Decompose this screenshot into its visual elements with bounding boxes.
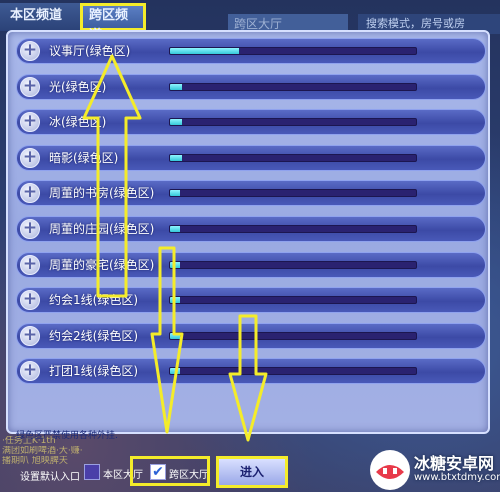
room-row[interactable]: + 周董的豪宅(绿色区) [16,251,486,278]
plus-circle-icon[interactable]: + [20,112,40,133]
room-row[interactable]: + 暗影(绿色区) [16,144,486,171]
room-name: 周董的豪宅(绿色区) [49,257,155,272]
watermark: 冰糖安卓网 www.btxtdmy.com [370,448,500,492]
room-row[interactable]: + 冰(绿色区) [16,109,486,136]
enter-button[interactable]: 进入 [216,456,288,488]
watermark-name: 冰糖安卓网 [414,454,495,473]
room-list: + 议事厅(绿色区) + 光(绿色区) + 冰(绿色区) + 暗影(绿色区) + 周董的书房(绿色… [16,38,486,394]
room-load-bar [169,224,417,233]
room-load-bar [169,82,417,91]
room-load-fill [170,332,180,339]
room-name: 周董的庄园(绿色区) [49,221,155,236]
room-row[interactable]: + 光(绿色区) [16,73,486,100]
room-load-bar [169,367,417,376]
room-row[interactable]: + 周董的庄园(绿色区) [16,215,486,242]
channel-tabs: 本区频道 跨区频道 [0,3,146,43]
room-row[interactable]: + 约会2线(绿色区) [16,322,486,349]
room-load-bar [169,260,417,269]
room-load-fill [170,83,183,90]
channel-notice: 绿色区严禁使用各种外挂. [16,431,118,441]
room-name: 约会1线(绿色区) [49,293,138,308]
plus-circle-icon[interactable]: + [20,41,40,61]
room-row[interactable]: + 打团1线(绿色区) [16,358,486,385]
room-load-fill [170,48,239,54]
room-row[interactable]: + 约会1线(绿色区) [16,287,486,314]
highlight-box-checkbox [130,456,210,486]
plus-circle-icon[interactable]: + [20,361,40,382]
room-load-fill [170,261,180,268]
room-row[interactable]: + 议事厅(绿色区) [16,38,486,64]
tab-cross-channel[interactable]: 跨区频道 [80,3,146,43]
plus-circle-icon[interactable]: + [20,325,40,346]
room-load-fill [170,368,180,375]
room-name: 周董的书房(绿色区) [49,186,155,201]
room-load-bar [169,331,417,340]
watermark-logo-icon [370,450,410,490]
plus-circle-icon[interactable]: + [20,76,40,97]
local-lobby-checkbox[interactable] [84,464,100,480]
room-row[interactable]: + 周董的书房(绿色区) [16,180,486,207]
room-name: 议事厅(绿色区) [49,44,131,58]
tab-local-channel[interactable]: 本区频道 [0,3,80,31]
room-name: 暗影(绿色区) [49,150,119,165]
plus-circle-icon[interactable]: + [20,254,40,275]
plus-circle-icon[interactable]: + [20,290,40,311]
room-load-fill [170,119,183,126]
room-load-fill [170,297,180,304]
room-list-panel: + 议事厅(绿色区) + 光(绿色区) + 冰(绿色区) + 暗影(绿色区) + 周董的书房(绿色… [6,30,490,441]
room-load-bar [169,47,417,55]
room-name: 冰(绿色区) [49,115,107,130]
room-load-fill [170,154,183,161]
default-entry-label: 设置默认入口 [20,472,80,483]
plus-circle-icon[interactable]: + [20,147,40,168]
room-name: 打团1线(绿色区) [49,364,138,379]
room-load-fill [170,190,180,197]
plus-circle-icon[interactable]: + [20,183,40,204]
room-load-bar [169,189,417,198]
room-load-bar [169,296,417,305]
room-load-bar [169,153,417,162]
room-load-fill [170,225,180,232]
room-load-bar [169,118,417,127]
plus-circle-icon[interactable]: + [20,218,40,239]
room-name: 约会2线(绿色区) [49,328,138,343]
room-name: 光(绿色区) [49,79,107,94]
watermark-url: www.btxtdmy.com [414,472,500,483]
